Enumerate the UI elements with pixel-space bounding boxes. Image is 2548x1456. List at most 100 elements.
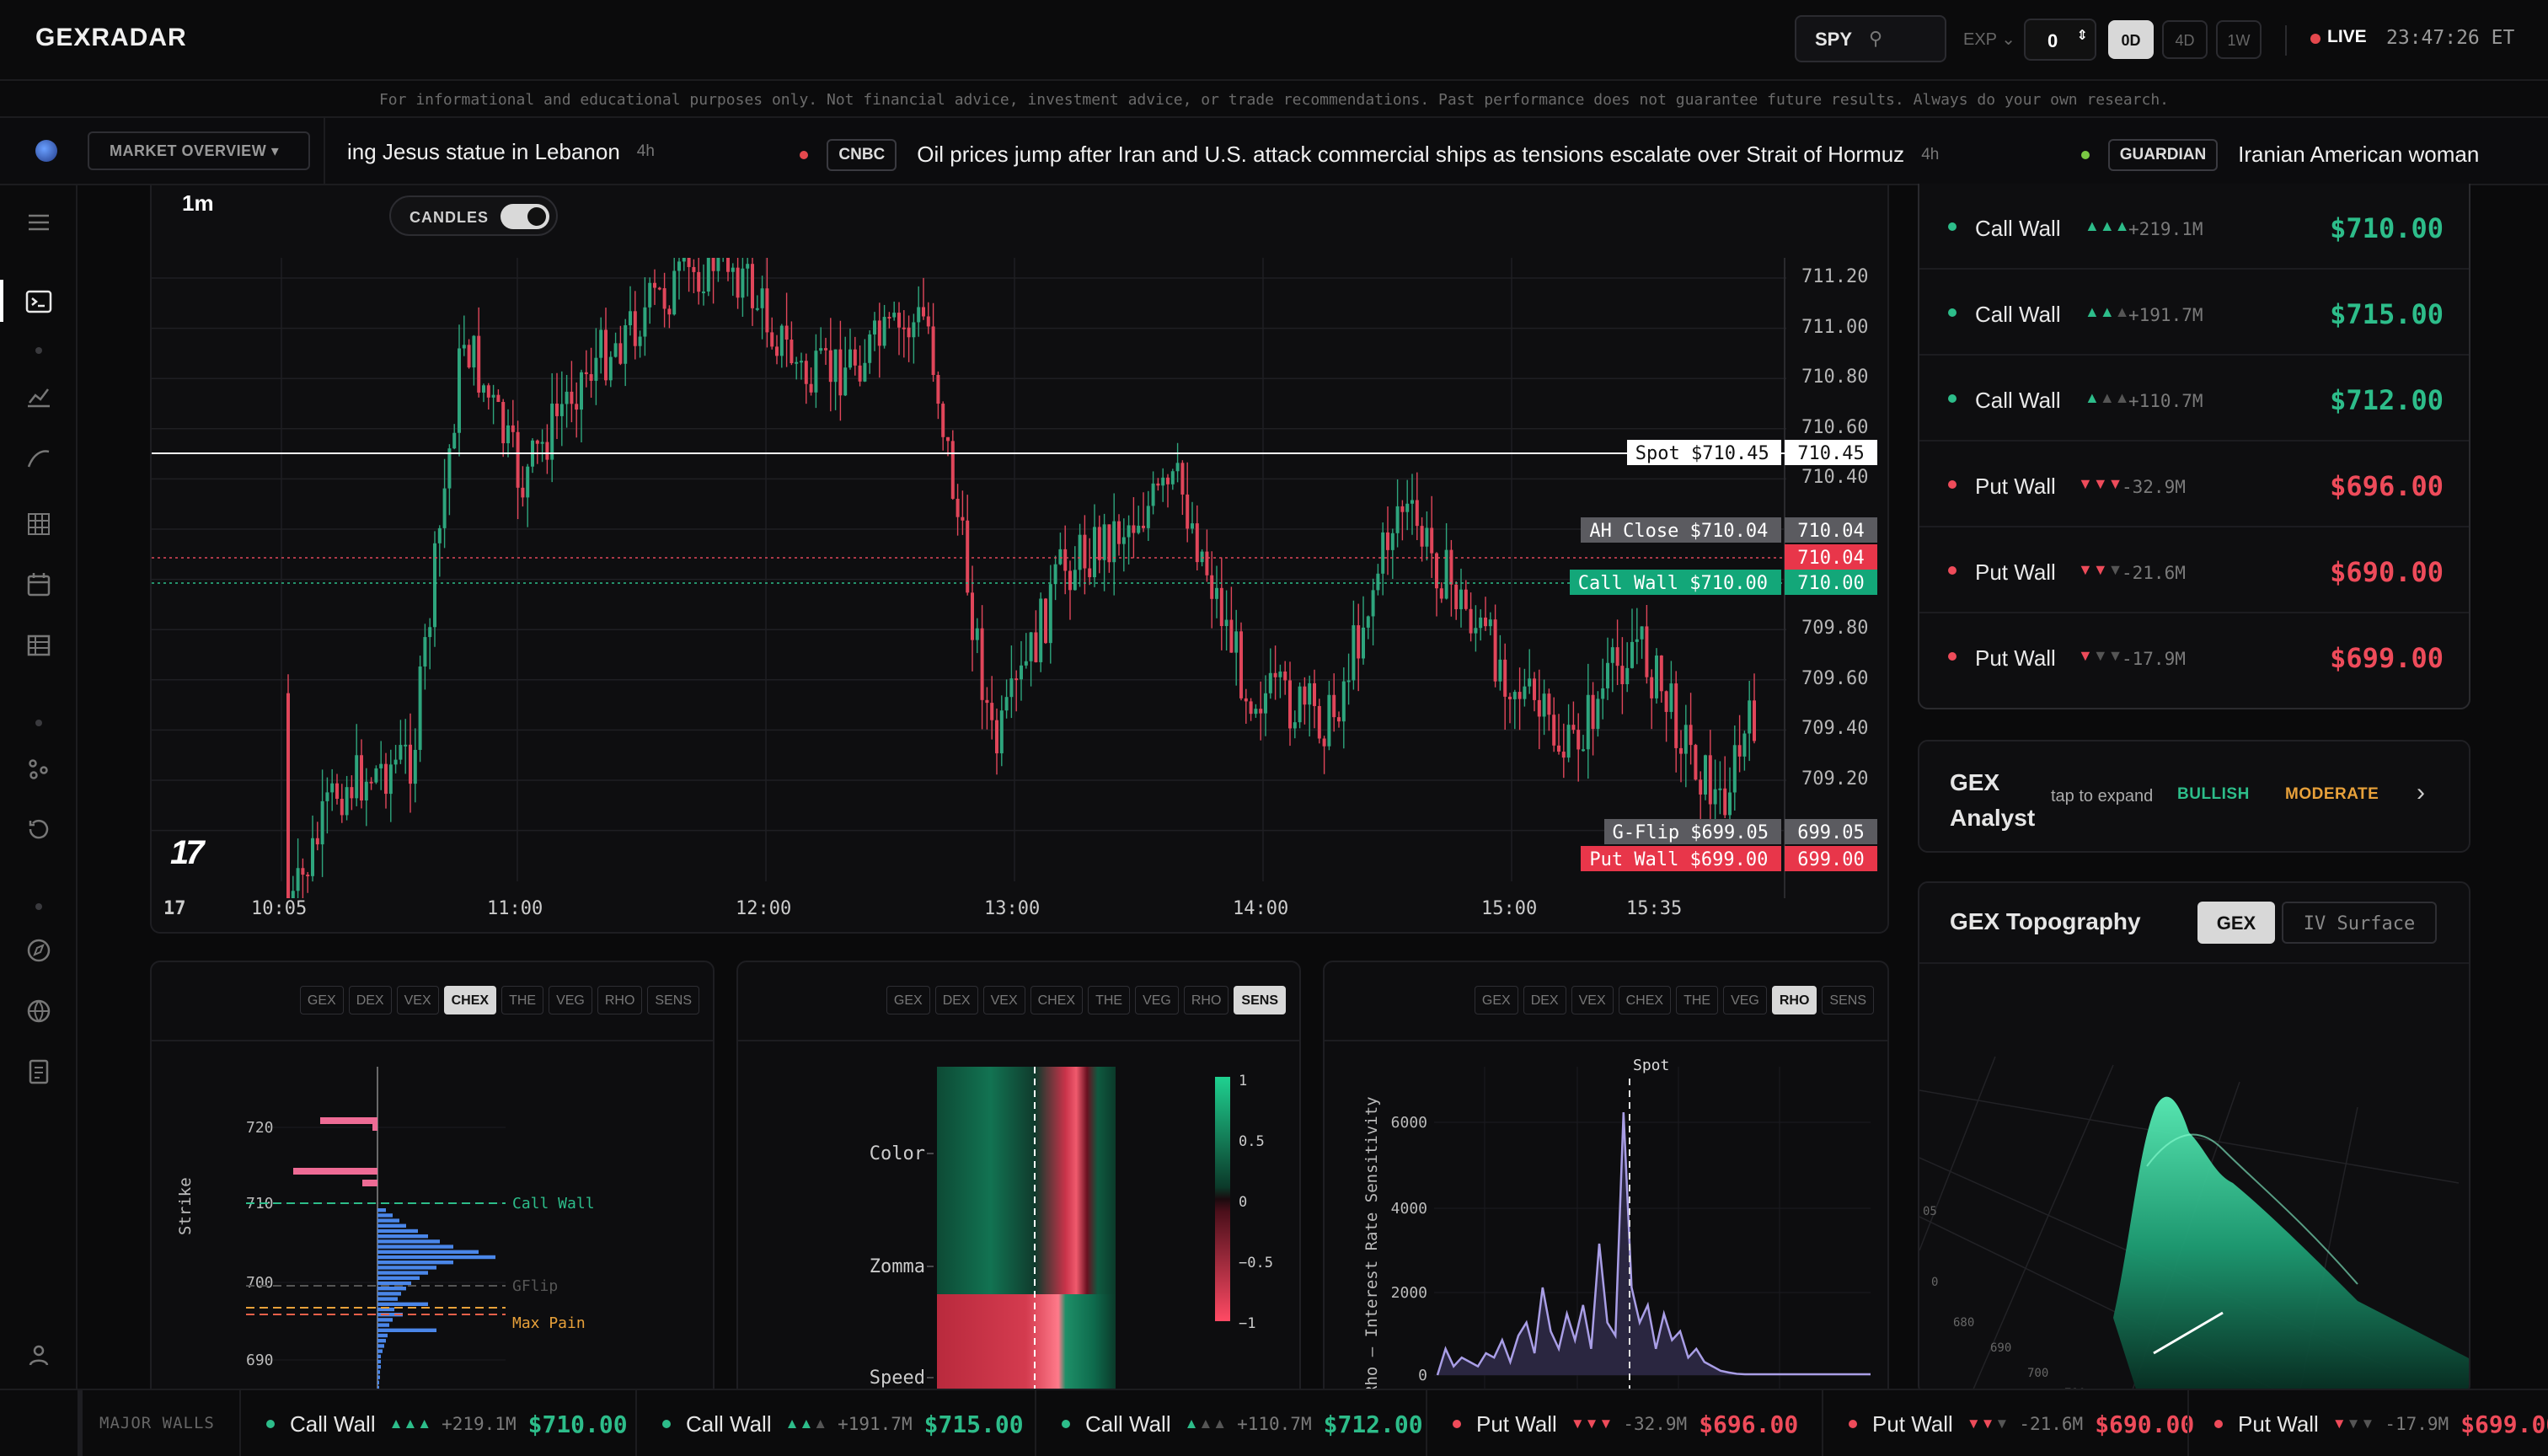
greek-tab-rho[interactable]: RHO xyxy=(1771,986,1817,1014)
history-icon[interactable] xyxy=(24,814,54,844)
greek-tab-gex[interactable]: GEX xyxy=(886,986,930,1014)
greek-tab-the[interactable]: THE xyxy=(501,986,544,1014)
terminal-icon[interactable] xyxy=(24,286,54,317)
greek-tab-the[interactable]: THE xyxy=(1088,986,1131,1014)
wall-row[interactable]: Put Wall ▼▼▼ -17.9M $699.00 xyxy=(1919,613,2469,699)
candle-body xyxy=(1728,792,1732,816)
candle-body xyxy=(1317,705,1321,739)
document-icon[interactable] xyxy=(24,1057,54,1087)
topo-tab-gex[interactable]: GEX xyxy=(2197,902,2275,944)
svg-text:05: 05 xyxy=(1923,1205,1937,1218)
greek-tab-gex[interactable]: GEX xyxy=(1474,986,1518,1014)
candle-body xyxy=(535,440,539,444)
greek-tab-the[interactable]: THE xyxy=(1676,986,1719,1014)
curve-icon[interactable] xyxy=(24,443,54,474)
wall-amount: +110.7M xyxy=(1237,1414,1312,1434)
menu-icon[interactable] xyxy=(24,207,54,238)
ticker-search[interactable]: SPY ⚲ xyxy=(1795,15,1946,62)
strength-pip: ▼ xyxy=(1966,1416,1981,1432)
exp-0d-button[interactable]: 0D xyxy=(2108,20,2154,59)
price-tick: 710.40 xyxy=(1801,467,1869,489)
wall-row[interactable]: Put Wall ▼▼▼ -21.6M $690.00 xyxy=(1919,527,2469,613)
greek-tab-chex[interactable]: CHEX xyxy=(443,986,497,1014)
level-tag-spot: Spot $710.45 xyxy=(1626,440,1781,465)
candle-body xyxy=(472,335,476,368)
news-item[interactable]: ing Jesus statue in Lebanon 4h xyxy=(347,118,655,184)
calendar-icon[interactable] xyxy=(24,570,54,600)
table-icon[interactable] xyxy=(24,630,54,661)
exp-1w-button[interactable]: 1W xyxy=(2216,20,2262,59)
user-icon[interactable] xyxy=(24,1340,54,1370)
chex-panel: GEX DEX VEX CHEX THE VEG RHO SENS Strike 720 710 7… xyxy=(150,961,715,1399)
greek-tab-sens[interactable]: SENS xyxy=(1234,986,1286,1014)
bar-positive xyxy=(377,1339,386,1343)
wall-row[interactable]: Call Wall ▲▲▲ +219.1M $710.00 xyxy=(1919,184,2469,270)
scatter-icon[interactable] xyxy=(24,753,54,784)
candle-body xyxy=(1415,500,1419,527)
greek-tab-dex[interactable]: DEX xyxy=(1523,986,1566,1014)
topo-tab-iv-surface[interactable]: IV Surface xyxy=(2282,902,2437,944)
wall-ticker-item[interactable]: Call Wall ▲▲▲ +110.7M $712.00 xyxy=(1035,1390,1423,1456)
wall-ticker-item[interactable]: Put Wall▼▼▼-17.9M$699.00 xyxy=(2187,1390,2548,1456)
app-logo[interactable]: GEXRADAR xyxy=(35,24,187,52)
wall-strength-icon: ▼▼▼ xyxy=(2078,561,2122,579)
greek-tab-veg[interactable]: VEG xyxy=(1723,986,1767,1014)
candle-body xyxy=(1283,671,1287,681)
wall-strength-icon: ▲▲▲ xyxy=(1185,1416,1227,1432)
wall-row[interactable]: Put Wall ▼▼▼ -32.9M $696.00 xyxy=(1919,442,2469,527)
bar-positive xyxy=(377,1271,428,1275)
wall-row[interactable]: Call Wall ▲▲▲ +110.7M $712.00 xyxy=(1919,356,2469,442)
greek-tab-veg[interactable]: VEG xyxy=(1135,986,1179,1014)
wall-row[interactable]: Call Wall ▲▲▲ +191.7M $715.00 xyxy=(1919,270,2469,356)
wall-ticker-item[interactable]: Call Wall ▲▲▲ +219.1M $710.00 xyxy=(239,1390,628,1456)
gex-surface-3d[interactable]: 05 0 680 690 700 710 xyxy=(1919,964,2470,1395)
greek-tab-rho[interactable]: RHO xyxy=(597,986,643,1014)
candle-body xyxy=(1259,709,1263,714)
wall-ticker-item[interactable]: Put Wall ▼▼▼ -32.9M $696.00 xyxy=(1426,1390,1798,1456)
greek-tab-sens[interactable]: SENS xyxy=(647,986,699,1014)
greek-tab-vex[interactable]: VEX xyxy=(396,986,439,1014)
wall-ticker-item[interactable]: Put Wall ▼▼▼ -21.6M $690.00 xyxy=(1822,1390,2194,1456)
greek-tab-sens[interactable]: SENS xyxy=(1822,986,1874,1014)
wall-strength-icon: ▲▲▲ xyxy=(785,1416,827,1432)
greek-tab-gex[interactable]: GEX xyxy=(299,986,344,1014)
expiration-stepper[interactable]: 0 ⇕ xyxy=(2024,19,2096,61)
rho-line-chart[interactable]: Rho — Interest Rate Sensitivity 6000 4000 2… xyxy=(1325,1041,1891,1399)
time-tick: 15:35 xyxy=(1626,898,1683,919)
candle-body xyxy=(477,335,481,393)
news-item[interactable]: CNBC Oil prices jump after Iran and U.S.… xyxy=(800,121,1939,185)
candle-body xyxy=(853,349,857,366)
candle-body xyxy=(1523,686,1527,699)
greek-tab-dex[interactable]: DEX xyxy=(934,986,978,1014)
globe-nav-icon[interactable] xyxy=(24,996,54,1026)
wall-ticker-item[interactable]: Call Wall ▲▲▲ +191.7M $715.00 xyxy=(635,1390,1024,1456)
candle-body xyxy=(1254,709,1258,715)
exp-4d-button[interactable]: 4D xyxy=(2162,20,2208,59)
timeframe-selector[interactable]: 1m xyxy=(182,190,214,217)
gex-analyst-card[interactable]: GEX Analyst tap to expand BULLISH MODERA… xyxy=(1918,740,2470,853)
greek-tab-rho[interactable]: RHO xyxy=(1183,986,1229,1014)
candle-body xyxy=(980,628,984,700)
candle-body xyxy=(790,340,794,364)
chart-line-icon[interactable] xyxy=(24,381,54,411)
candle-body xyxy=(828,350,832,383)
market-overview-button[interactable]: MARKET OVERVIEW ▾ xyxy=(88,131,310,170)
candles-toggle[interactable]: CANDLES xyxy=(389,195,558,236)
bar-positive xyxy=(377,1292,401,1296)
greek-tab-veg[interactable]: VEG xyxy=(549,986,592,1014)
candle-body xyxy=(575,404,579,410)
news-item[interactable]: GUARDIAN Iranian American woman xyxy=(2080,121,2479,185)
chevron-right-icon[interactable]: › xyxy=(2417,779,2425,807)
expiration-dropdown[interactable]: EXP ⌄ xyxy=(1963,29,2015,50)
stepper-icon[interactable]: ⇕ xyxy=(2077,27,2088,44)
toggle-switch[interactable] xyxy=(500,204,549,229)
greek-tab-dex[interactable]: DEX xyxy=(348,986,392,1014)
greek-tab-chex[interactable]: CHEX xyxy=(1030,986,1084,1014)
greek-tab-chex[interactable]: CHEX xyxy=(1618,986,1672,1014)
greek-tab-vex[interactable]: VEX xyxy=(1571,986,1614,1014)
chex-profile-chart[interactable]: Strike720710700690Call WallGFlipMax Pain xyxy=(152,1041,716,1399)
compass-icon[interactable] xyxy=(24,935,54,966)
sensitivity-heatmap[interactable]: Color Zomma Speed 1 0.5 0 −0.5 −1 xyxy=(738,1041,1303,1399)
greek-tab-vex[interactable]: VEX xyxy=(982,986,1025,1014)
grid-icon[interactable] xyxy=(24,509,54,539)
